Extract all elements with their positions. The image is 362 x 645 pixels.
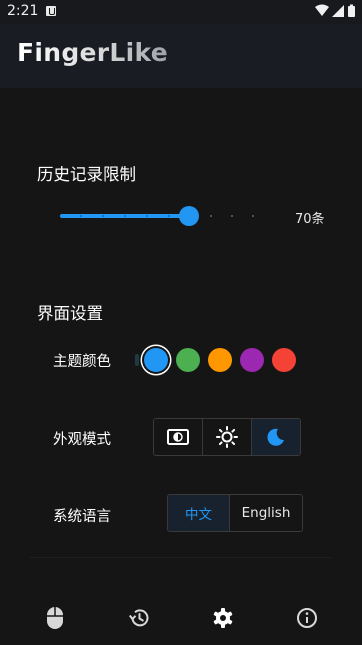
slider-tick bbox=[252, 215, 254, 217]
system-language-label: 系统语言 bbox=[53, 509, 111, 525]
app-title: FingerLike bbox=[17, 38, 169, 67]
language-toggle: 中文 English bbox=[167, 494, 303, 532]
appearance-mode-label: 外观模式 bbox=[53, 432, 111, 448]
theme-color-label: 主题颜色 bbox=[53, 354, 111, 370]
status-icons bbox=[314, 4, 356, 20]
slider-tick bbox=[210, 215, 212, 217]
system-mode-button[interactable] bbox=[154, 419, 202, 455]
slider-tick bbox=[168, 215, 170, 217]
mouse-icon bbox=[47, 607, 63, 629]
slider-tick bbox=[124, 215, 126, 217]
slider-thumb[interactable] bbox=[179, 206, 199, 226]
settings-icon bbox=[213, 608, 233, 628]
slider-tick bbox=[146, 215, 148, 217]
language-zh-button[interactable]: 中文 bbox=[168, 495, 229, 531]
nav-mouse[interactable] bbox=[43, 606, 67, 630]
dark-mode-icon bbox=[267, 428, 284, 446]
slider-tick bbox=[80, 215, 82, 217]
nav-history[interactable] bbox=[127, 606, 151, 630]
status-bar: 2:21 bbox=[0, 0, 362, 24]
language-en-button[interactable]: English bbox=[229, 495, 302, 531]
signal-icon bbox=[332, 5, 344, 17]
slider-tick bbox=[231, 215, 233, 217]
app-notification-icon bbox=[46, 6, 56, 16]
divider bbox=[30, 557, 332, 558]
system-mode-icon bbox=[167, 429, 189, 445]
wifi-icon bbox=[315, 4, 329, 16]
light-mode-icon bbox=[216, 426, 238, 448]
color-swatch-blue[interactable] bbox=[144, 348, 168, 372]
history-limit-slider[interactable] bbox=[60, 206, 270, 226]
dark-mode-button[interactable] bbox=[251, 419, 300, 455]
info-icon bbox=[297, 608, 317, 628]
appearance-mode-toggle bbox=[153, 418, 301, 456]
history-icon bbox=[129, 609, 149, 627]
color-swatch-purple[interactable] bbox=[240, 348, 264, 372]
color-swatch-green[interactable] bbox=[176, 348, 200, 372]
light-mode-button[interactable] bbox=[202, 419, 251, 455]
color-swatch-red[interactable] bbox=[272, 348, 296, 372]
nav-settings[interactable] bbox=[211, 606, 235, 630]
nav-info[interactable] bbox=[295, 606, 319, 630]
history-limit-value: 70条 bbox=[295, 212, 325, 227]
color-swatch-orange[interactable] bbox=[208, 348, 232, 372]
ui-settings-title: 界面设置 bbox=[37, 304, 103, 323]
history-limit-title: 历史记录限制 bbox=[37, 165, 136, 184]
battery-icon bbox=[348, 4, 355, 17]
bottom-nav bbox=[0, 598, 362, 640]
swatch-scroll-edge bbox=[135, 354, 139, 366]
status-time: 2:21 bbox=[7, 3, 39, 19]
slider-tick bbox=[102, 215, 104, 217]
app-bar: FingerLike bbox=[0, 24, 362, 88]
